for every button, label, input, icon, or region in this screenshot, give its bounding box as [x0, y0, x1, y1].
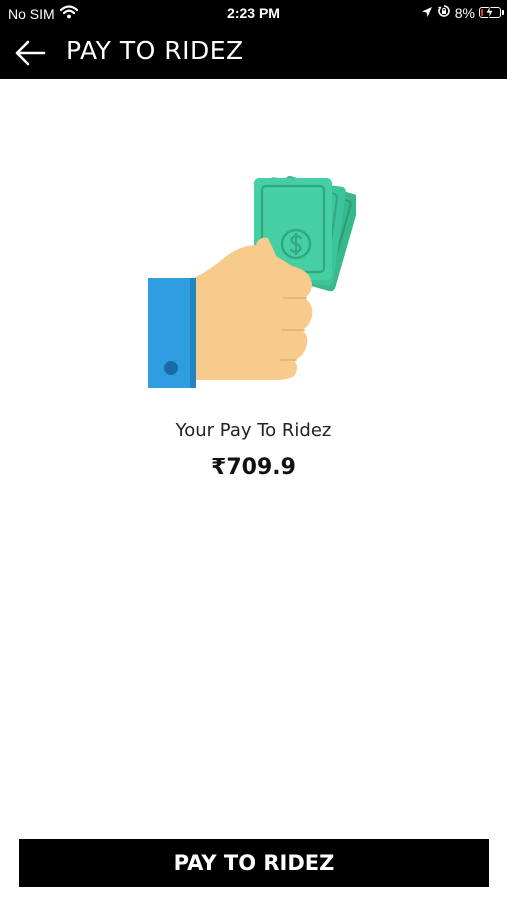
- balance-amount: ₹709.9: [211, 455, 296, 480]
- hand-holding-cash-illustration: [144, 172, 361, 392]
- battery-percent: 8%: [454, 4, 475, 21]
- orientation-lock-icon: [437, 4, 451, 21]
- status-bar: No SIM 2:23 PM 8%: [0, 0, 507, 27]
- location-arrow-icon: [421, 5, 433, 21]
- app-header: PAY TO RIDEZ: [0, 27, 507, 79]
- pay-to-ridez-button[interactable]: PAY TO RIDEZ: [19, 839, 489, 887]
- sleeve: [148, 278, 196, 388]
- balance-caption: Your Pay To Ridez: [175, 420, 332, 441]
- arrow-left-icon: [15, 40, 46, 66]
- back-button[interactable]: [12, 37, 48, 69]
- page-title: PAY TO RIDEZ: [66, 36, 244, 65]
- battery-level-fill: [481, 9, 483, 16]
- status-right: 8%: [421, 4, 504, 21]
- charging-bolt-icon: [485, 4, 494, 22]
- battery-icon: [479, 4, 504, 20]
